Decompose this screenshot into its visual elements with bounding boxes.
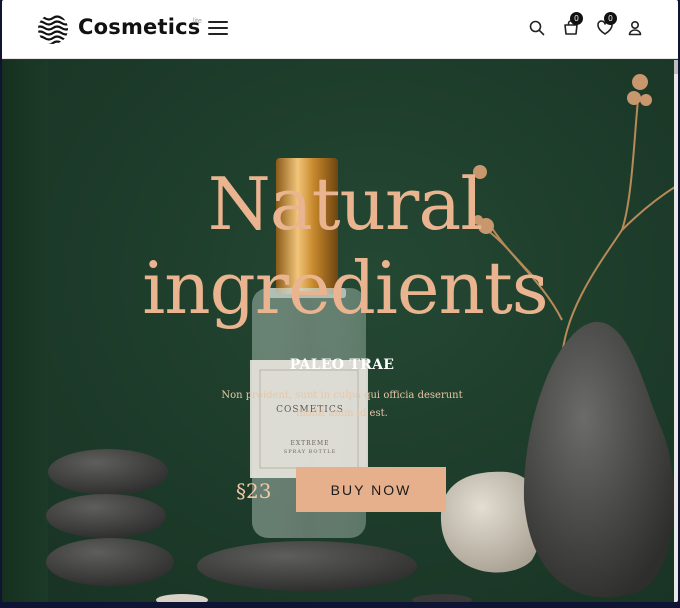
- hero-description-line1: Non proident, sunt in culpa qui officia …: [221, 390, 463, 401]
- wishlist-count-badge: 0: [604, 12, 617, 25]
- hero-still-life-image: [46, 74, 678, 602]
- hero-description-line2: mollit anim id est.: [296, 408, 388, 419]
- menu-line: [208, 33, 228, 35]
- browser-window: Cosmetics lite 0 0 COSMETICS EXTREME SPR…: [2, 0, 678, 602]
- menu-icon[interactable]: [208, 20, 228, 36]
- user-icon[interactable]: [626, 19, 644, 37]
- screen-frame: Cosmetics lite 0 0 COSMETICS EXTREME SPR…: [0, 0, 680, 608]
- hero-title-line2: ingredients: [142, 246, 549, 330]
- hero-title-line1: Natural: [207, 162, 484, 246]
- hero-title: Natural ingredients: [2, 162, 678, 330]
- menu-line: [208, 27, 228, 29]
- heart-icon[interactable]: 0: [596, 12, 617, 37]
- page-scrollbar[interactable]: [674, 60, 678, 602]
- product-price: §23: [236, 479, 272, 503]
- bottle-label-line2: SPRAY BOTTLE: [283, 449, 337, 455]
- buy-now-button[interactable]: BUY NOW: [296, 467, 446, 512]
- search-icon[interactable]: [528, 19, 546, 37]
- menu-line: [208, 21, 228, 23]
- hero-banner: COSMETICS EXTREME SPRAY BOTTLE Natural i…: [2, 60, 678, 602]
- brand-name[interactable]: Cosmetics: [78, 15, 200, 39]
- cart-icon[interactable]: 0: [562, 12, 583, 37]
- logo-waves-icon[interactable]: [36, 14, 70, 44]
- hero-subheading: PALEO TRAE: [289, 357, 395, 373]
- cart-count-badge: 0: [570, 12, 583, 25]
- site-header: Cosmetics lite 0 0: [2, 0, 678, 59]
- hero-description: Non proident, sunt in culpa qui officia …: [2, 387, 678, 423]
- bottle-label-line1: EXTREME: [290, 440, 330, 447]
- brand-superscript: lite: [193, 18, 202, 25]
- scrollbar-thumb[interactable]: [674, 60, 678, 74]
